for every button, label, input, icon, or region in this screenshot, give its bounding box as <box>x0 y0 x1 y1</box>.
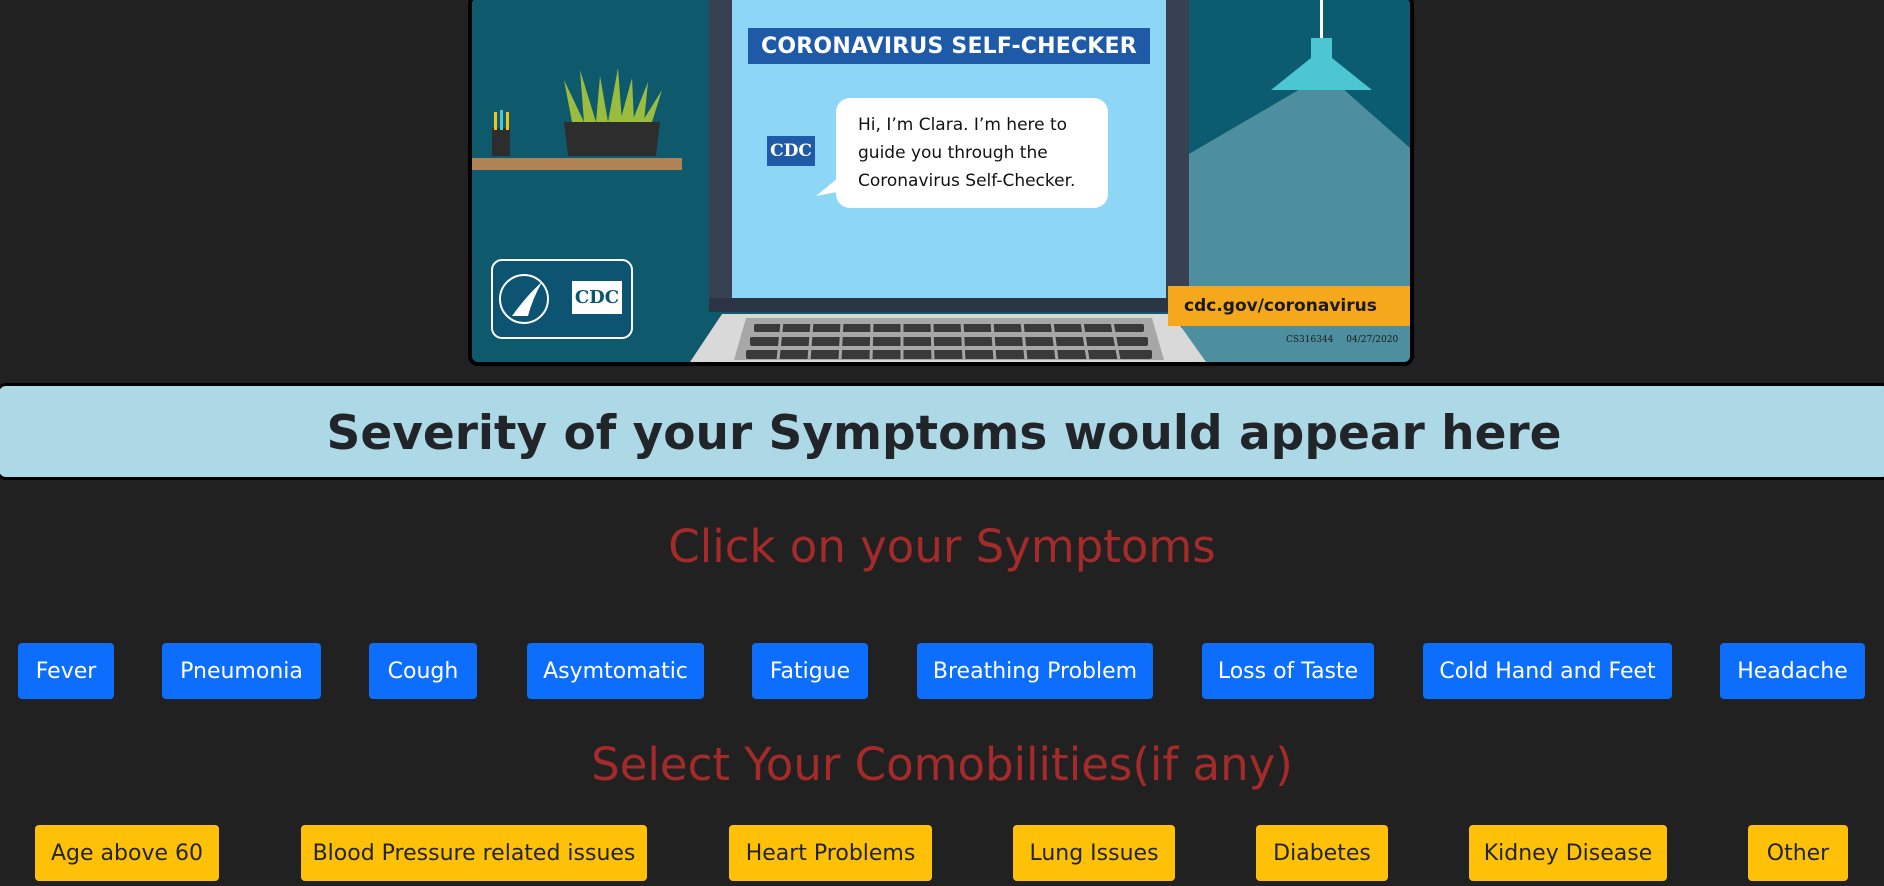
severity-banner: Severity of your Symptoms would appear h… <box>0 383 1884 480</box>
symptom-button-asymptomatic[interactable]: Asymtomatic <box>527 643 704 699</box>
bubble-line: Hi, I’m Clara. I’m here to <box>858 115 1068 135</box>
symptom-button-fatigue[interactable]: Fatigue <box>752 643 868 699</box>
speech-bubble: Hi, I’m Clara. I’m here to guide you thr… <box>858 111 1108 195</box>
symptom-button-cold-hand-and-feet[interactable]: Cold Hand and Feet <box>1423 643 1672 699</box>
keyboard-keys <box>746 324 1152 359</box>
doc-code-id: CS316344 <box>1286 335 1334 345</box>
comorbidity-button-age-above-60[interactable]: Age above 60 <box>35 825 219 881</box>
cdc-self-checker-banner: CORONAVIRUS SELF-CHECKER Hi, I’m Clara. … <box>468 0 1414 366</box>
doc-code-date: 04/27/2020 <box>1346 335 1399 345</box>
doc-code: CS316344 04/27/2020 <box>1286 335 1398 345</box>
symptom-button-headache[interactable]: Headache <box>1720 643 1865 699</box>
symptom-button-cough[interactable]: Cough <box>369 643 477 699</box>
cdc-url: cdc.gov/coronavirus <box>1184 296 1377 316</box>
screen-cdc-logo: CDC <box>770 141 812 161</box>
symptoms-title: Click on your Symptoms <box>668 520 1216 573</box>
comorbidity-button-other[interactable]: Other <box>1748 825 1848 881</box>
severity-text: Severity of your Symptoms would appear h… <box>326 406 1562 461</box>
comorbidity-button-heart-problems[interactable]: Heart Problems <box>729 825 932 881</box>
comorbidity-button-blood-pressure[interactable]: Blood Pressure related issues <box>301 825 647 881</box>
symptom-button-breathing-problem[interactable]: Breathing Problem <box>917 643 1153 699</box>
comorbidity-button-kidney-disease[interactable]: Kidney Disease <box>1469 825 1667 881</box>
comorbidities-title: Select Your Comobilities(if any) <box>591 738 1293 791</box>
symptom-button-loss-of-taste[interactable]: Loss of Taste <box>1202 643 1374 699</box>
screen-title: CORONAVIRUS SELF-CHECKER <box>761 33 1137 59</box>
bubble-line: guide you through the <box>858 143 1048 163</box>
comorbidity-button-lung-issues[interactable]: Lung Issues <box>1013 825 1175 881</box>
bubble-line: Coronavirus Self-Checker. <box>858 171 1076 191</box>
symptom-button-fever[interactable]: Fever <box>18 643 114 699</box>
comorbidity-button-diabetes[interactable]: Diabetes <box>1256 825 1388 881</box>
corner-cdc-logo: CDC <box>574 287 620 308</box>
symptom-button-pneumonia[interactable]: Pneumonia <box>162 643 321 699</box>
